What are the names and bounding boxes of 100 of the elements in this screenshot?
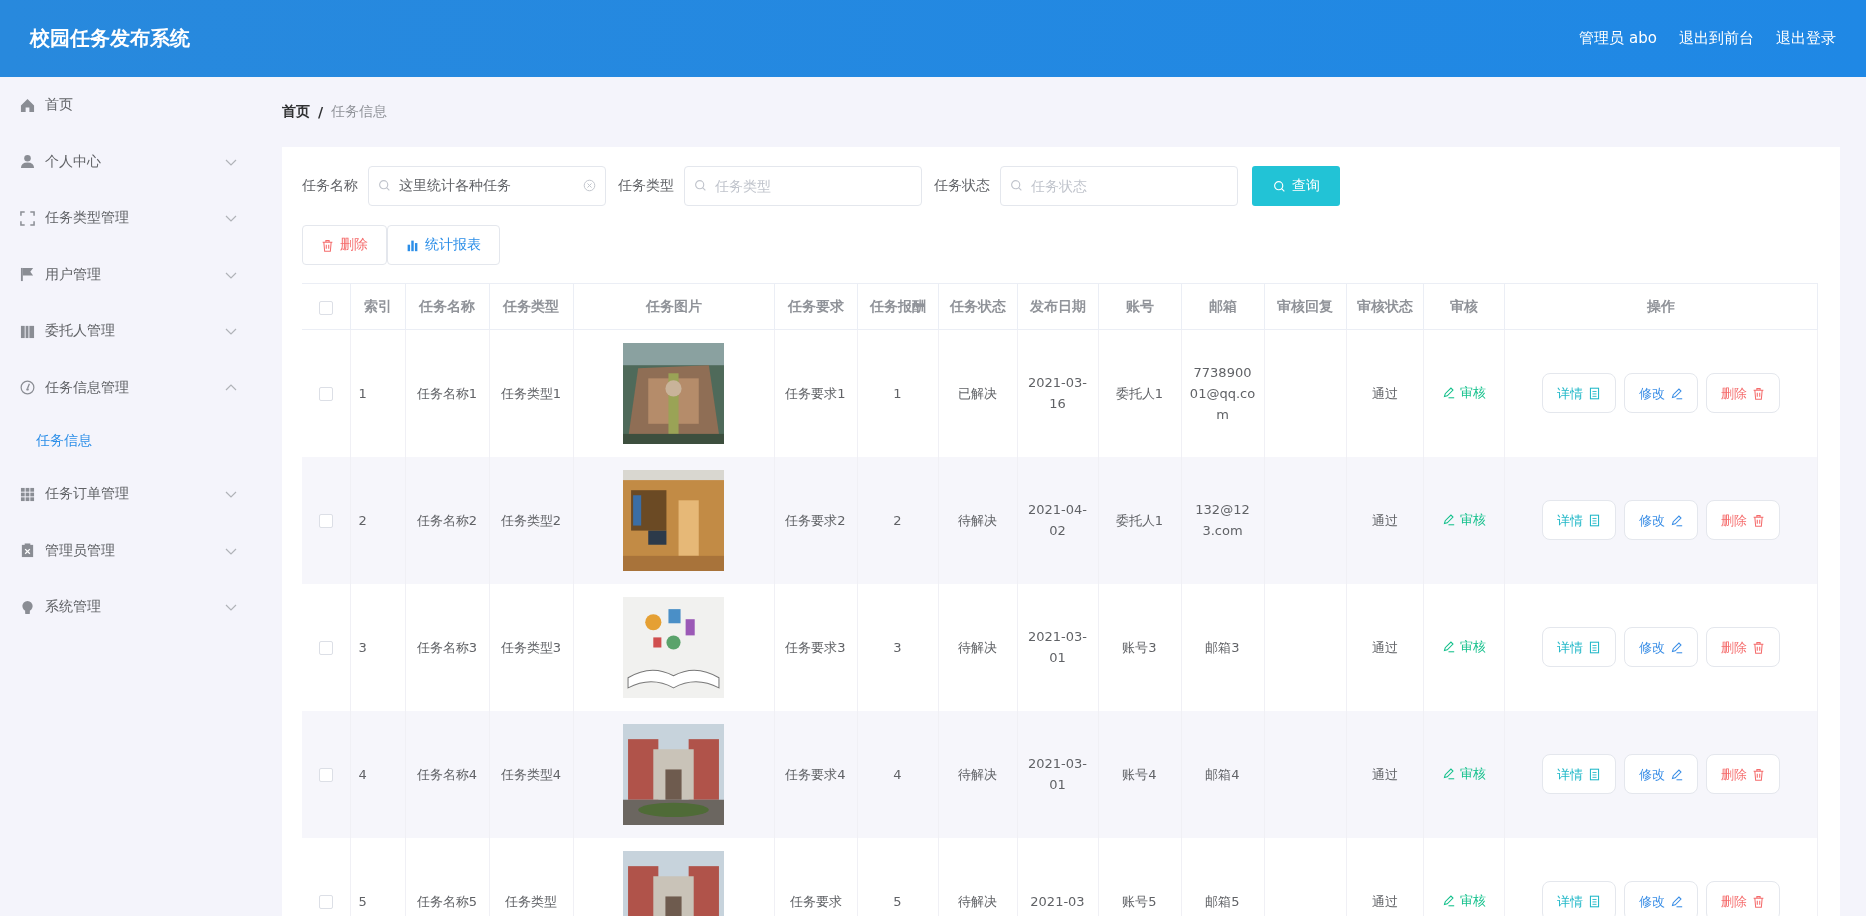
checkbox[interactable] xyxy=(318,387,333,402)
table-cell: 通过 xyxy=(1371,512,1398,528)
table-cell: 1 xyxy=(893,385,902,401)
column-header: 任务类型 xyxy=(503,297,559,314)
pencil-icon xyxy=(1669,513,1683,527)
query-button[interactable]: 查询 xyxy=(1252,166,1340,206)
table-cell: 任务要求2 xyxy=(785,512,846,528)
review-link[interactable]: 审核 xyxy=(1441,381,1486,403)
edit-button[interactable]: 修改 xyxy=(1623,627,1698,667)
delete-button[interactable]: 删除 xyxy=(1705,627,1780,667)
table-cell: 通过 xyxy=(1371,893,1398,909)
document-icon xyxy=(1587,386,1601,400)
table-cell: 3 xyxy=(893,639,902,655)
checkbox[interactable] xyxy=(318,514,333,528)
delete-button[interactable]: 删除 xyxy=(302,225,387,265)
detail-button[interactable]: 详情 xyxy=(1541,881,1616,916)
detail-button[interactable]: 详情 xyxy=(1541,500,1616,540)
document-icon xyxy=(1587,767,1601,781)
table-cell: 邮箱5 xyxy=(1205,893,1240,909)
table-cell: 通过 xyxy=(1371,639,1398,655)
table-cell: 待解决 xyxy=(958,639,997,655)
sidebar-item[interactable]: 任务信息管理 xyxy=(0,359,282,416)
edit-button[interactable]: 修改 xyxy=(1623,881,1698,916)
sidebar-item[interactable]: 用户管理 xyxy=(0,246,282,303)
sidebar-item[interactable]: 管理员管理 xyxy=(0,522,282,579)
detail-button[interactable]: 详情 xyxy=(1541,373,1616,414)
table-cell: 4 xyxy=(893,766,902,782)
table-cell: 2021-03-01 xyxy=(1028,629,1087,665)
table-cell: 2021-03-16 xyxy=(1028,375,1087,412)
field-label: 任务名称 xyxy=(302,177,358,195)
column-header: 任务名称 xyxy=(419,297,475,314)
gauge-icon xyxy=(20,380,35,396)
review-link[interactable]: 审核 xyxy=(1441,889,1486,911)
detail-button[interactable]: 详情 xyxy=(1541,627,1616,667)
trash-icon xyxy=(1751,767,1765,781)
report-button[interactable]: 统计报表 xyxy=(387,225,500,265)
breadcrumb-item[interactable]: 首页 xyxy=(282,103,310,121)
table-cell: 邮箱4 xyxy=(1205,766,1240,782)
edit-button[interactable]: 修改 xyxy=(1623,754,1698,794)
table-cell: 任务类型 xyxy=(505,893,557,909)
delete-button[interactable]: 删除 xyxy=(1705,754,1780,794)
table-cell: 2 xyxy=(893,512,902,528)
column-header: 操作 xyxy=(1646,297,1675,314)
column-header: 任务图片 xyxy=(645,297,702,314)
checkbox[interactable] xyxy=(318,300,333,315)
header-link[interactable]: 退出到前台 xyxy=(1679,29,1754,48)
search-field[interactable]: 任务状态 xyxy=(1000,166,1238,206)
table-cell: 4 xyxy=(358,766,367,782)
edit-button[interactable]: 修改 xyxy=(1623,500,1698,540)
review-link[interactable]: 审核 xyxy=(1441,762,1486,784)
sidebar-item[interactable]: 任务订单管理 xyxy=(0,466,282,523)
table-cell: 账号3 xyxy=(1122,639,1157,655)
search-icon xyxy=(694,179,707,192)
table-cell: 任务名称2 xyxy=(416,512,478,528)
table-cell: 2021-03 xyxy=(1030,893,1085,909)
column-header: 审核回复 xyxy=(1277,297,1333,314)
app-title: 校园任务发布系统 xyxy=(30,25,191,52)
table-cell: 任务名称4 xyxy=(416,766,478,782)
table-cell: 委托人1 xyxy=(1115,512,1164,528)
column-header: 账号 xyxy=(1125,297,1154,314)
delete-button[interactable]: 删除 xyxy=(1705,373,1780,414)
sidebar-item[interactable]: 任务类型管理 xyxy=(0,190,282,247)
checkbox[interactable] xyxy=(318,895,333,909)
sidebar-item[interactable]: 个人中心 xyxy=(0,133,282,190)
column-header: 发布日期 xyxy=(1029,297,1086,314)
edit-button[interactable]: 修改 xyxy=(1623,373,1698,414)
bar-chart-icon xyxy=(406,238,419,252)
header-link[interactable]: 管理员 abo xyxy=(1579,29,1657,48)
trash-icon xyxy=(1751,894,1765,908)
sidebar-item[interactable]: 系统管理 xyxy=(0,579,282,636)
search-field[interactable]: 任务类型 xyxy=(684,166,922,206)
checkbox[interactable] xyxy=(318,768,333,782)
pencil-icon xyxy=(1669,767,1683,781)
header-link[interactable]: 退出登录 xyxy=(1776,29,1836,48)
column-header: 任务要求 xyxy=(787,297,844,314)
table-cell: 任务要求 xyxy=(789,893,842,909)
pencil-icon xyxy=(1441,639,1455,653)
table-cell: 773890001@qq.com xyxy=(1189,364,1256,422)
table-cell: 任务类型4 xyxy=(500,766,562,782)
table-cell: 待解决 xyxy=(958,893,997,909)
sidebar-item[interactable]: 委托人管理 xyxy=(0,303,282,360)
table-cell: 任务名称5 xyxy=(416,893,478,909)
trash-icon xyxy=(1751,386,1765,400)
review-link[interactable]: 审核 xyxy=(1441,508,1486,530)
table-cell: 待解决 xyxy=(958,512,997,528)
delete-button[interactable]: 删除 xyxy=(1705,881,1780,916)
trash-icon xyxy=(1751,640,1765,654)
column-header: 邮箱 xyxy=(1208,297,1237,314)
search-icon xyxy=(1010,179,1023,192)
checkbox[interactable] xyxy=(318,641,333,655)
sidebar-item[interactable]: 首页 xyxy=(0,77,282,134)
home-icon xyxy=(20,97,35,113)
delete-button[interactable]: 删除 xyxy=(1705,500,1780,540)
table-cell: 邮箱3 xyxy=(1205,639,1240,655)
sidebar-subitem[interactable]: 任务信息 xyxy=(0,416,282,466)
review-link[interactable]: 审核 xyxy=(1441,635,1486,657)
table-cell: 通过 xyxy=(1371,766,1398,782)
trash-icon xyxy=(1751,513,1765,527)
search-field[interactable]: 这里统计各种任务 xyxy=(368,166,606,206)
detail-button[interactable]: 详情 xyxy=(1541,754,1616,794)
